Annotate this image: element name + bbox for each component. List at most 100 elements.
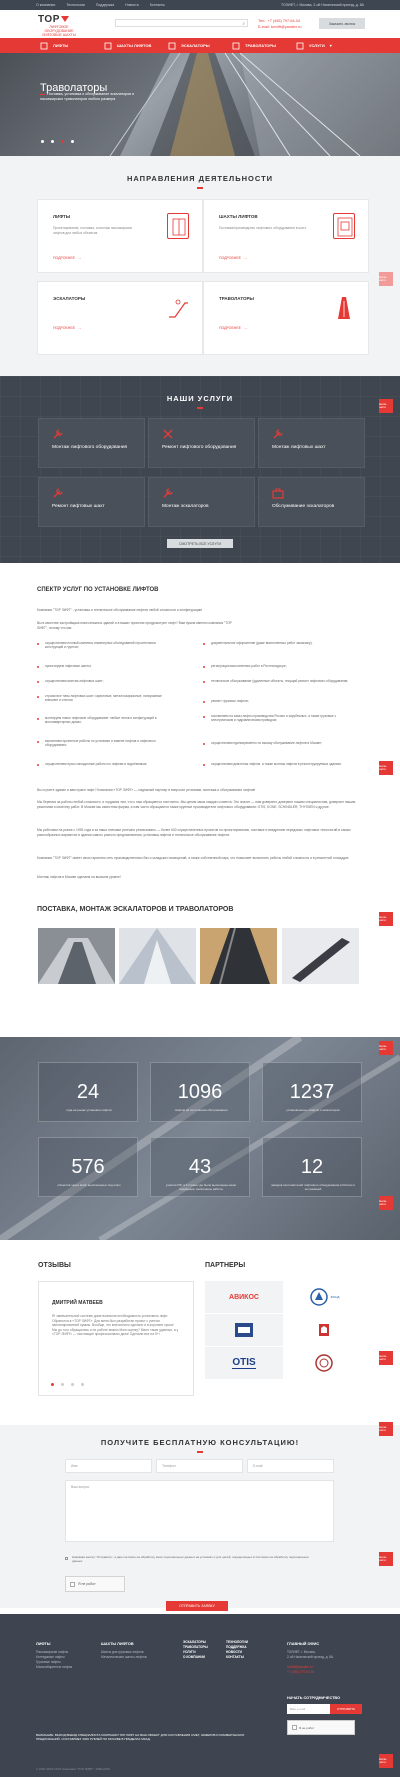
service-elevator-repair[interactable]: Ремонт лифтового оборудования xyxy=(148,418,255,468)
callback-button[interactable]: Заказать звонок xyxy=(319,18,365,29)
side-tab[interactable]: Напи- шите xyxy=(379,1196,393,1210)
side-tab[interactable]: Напи- шите xyxy=(379,1552,393,1566)
service-escalator-install[interactable]: Монтаж эскалаторов xyxy=(148,477,255,527)
nav-escalators[interactable]: ЭСКАЛАТОРЫ xyxy=(168,42,232,50)
logo[interactable]: TOP xyxy=(38,14,69,25)
partner-logo[interactable] xyxy=(285,1347,363,1379)
service-escalator-maint[interactable]: Обслуживание эскалаторов xyxy=(258,477,365,527)
captcha-widget[interactable]: Я не робот xyxy=(65,1576,125,1592)
footer-link[interactable]: О КОМПАНИИ xyxy=(183,1655,208,1660)
side-tab-label: Напи- шите xyxy=(379,1043,388,1051)
footer-link[interactable]: КОНТАКТЫ xyxy=(226,1655,248,1660)
partner-logo-otis[interactable]: OTIS xyxy=(205,1347,283,1379)
consult-title-text: ПОЛУЧИТЕ БЕСПЛАТНУЮ КОНСУЛЬТАЦИЮ! xyxy=(100,1438,300,1447)
nav-services[interactable]: УСЛУГИ ▾ xyxy=(296,42,360,50)
service-elevator-install[interactable]: Монтаж лифтового оборудования xyxy=(38,418,145,468)
card-escalators[interactable]: ЭСКАЛАТОРЫ ПОДРОБНЕЕ → xyxy=(37,281,203,355)
card-title: ЛИФТЫ xyxy=(53,214,71,219)
nav-elevators[interactable]: ЛИФТЫ xyxy=(40,42,104,50)
services-title: НАШИ УСЛУГИ xyxy=(0,394,400,409)
partner-logo[interactable] xyxy=(205,1314,283,1346)
slider-dot-active[interactable] xyxy=(61,140,64,143)
email-field[interactable]: E-mail xyxy=(247,1459,334,1473)
hero-description: Поставка, установка и обслуживание эскал… xyxy=(40,92,135,101)
side-tab[interactable]: Напи- шите xyxy=(379,1754,393,1768)
list-item: осуществляем демонтаж лифтов, а также мо… xyxy=(203,762,353,766)
side-tab-label: Напи- шите xyxy=(379,1198,388,1206)
side-tab[interactable]: Напи- шите xyxy=(379,1422,393,1436)
more-link[interactable]: ПОДРОБНЕЕ → xyxy=(219,326,247,330)
captcha-checkbox[interactable] xyxy=(70,1581,75,1587)
submit-button[interactable]: ОТПРАВИТЬ ЗАЯВКУ xyxy=(166,1601,228,1611)
footer-link[interactable]: Металлические шахты лифтов xyxy=(101,1655,147,1660)
topnav-about[interactable]: О компании xyxy=(36,3,55,7)
all-services-button[interactable]: СМОТРЕТЬ ВСЕ УСЛУГИ xyxy=(167,539,233,548)
service-shaft-repair[interactable]: Ремонт лифтовых шахт xyxy=(38,477,145,527)
phone-field[interactable]: Телефон xyxy=(156,1459,243,1473)
message-field[interactable]: Ваш вопрос xyxy=(65,1480,334,1542)
name-field[interactable]: Имя xyxy=(65,1459,152,1473)
elevator-icon xyxy=(167,213,189,239)
partner-name: OTIS xyxy=(232,1357,256,1369)
captcha-checkbox[interactable] xyxy=(292,1725,297,1730)
list-item: выполняем проектные работы по установке … xyxy=(37,739,167,748)
partner-logo-fond[interactable]: ФОНД xyxy=(285,1281,363,1313)
more-link[interactable]: ПОДРОБНЕЕ → xyxy=(53,256,81,260)
service-shaft-install[interactable]: Монтаж лифтовых шахт xyxy=(258,418,365,468)
captcha-widget[interactable]: Я не робот xyxy=(287,1720,355,1735)
nav-travolators[interactable]: ТРАВОЛАТОРЫ xyxy=(232,42,296,50)
side-tab[interactable]: Напи- шите xyxy=(379,399,393,413)
topnav-tech[interactable]: Технологии xyxy=(66,3,85,7)
slider-dot[interactable] xyxy=(81,1383,84,1386)
reviews-title: ОТЗЫВЫ xyxy=(38,1262,71,1269)
side-tab[interactable]: Напи- шите xyxy=(379,1041,393,1055)
footer-heading[interactable]: ЛИФТЫ xyxy=(36,1642,51,1646)
side-tab[interactable]: Напи- шите xyxy=(379,912,393,926)
side-tab[interactable]: Напи- шите xyxy=(379,272,393,286)
stat-number: 1096 xyxy=(177,1081,223,1103)
spectrum-paragraph: Компания "ТОР ЛИФТ" имеет свою гарантию … xyxy=(37,856,350,860)
reviewer-name: ДМИТРИЙ МАТВЕЕВ xyxy=(52,1300,103,1306)
more-link[interactable]: ПОДРОБНЕЕ → xyxy=(53,326,81,330)
side-tab[interactable]: Напи- шите xyxy=(379,1351,393,1365)
logo-triangle-icon xyxy=(60,16,69,23)
footer-link[interactable]: Малогабаритные лифты xyxy=(36,1665,72,1670)
subscribe-email-input[interactable]: Ваш e-mail xyxy=(287,1704,330,1714)
directions-title: НАПРАВЛЕНИЯ ДЕЯТЕЛЬНОСТИ xyxy=(0,174,400,189)
search-icon[interactable]: ⌕ xyxy=(242,21,245,27)
card-elevators[interactable]: ЛИФТЫ Проектирование, поставка, и монтаж… xyxy=(37,199,203,273)
topnav-contacts[interactable]: Контакты xyxy=(150,3,165,7)
services-icon xyxy=(296,42,304,49)
more-link[interactable]: ПОДРОБНЕЕ → xyxy=(219,256,247,260)
topnav-news[interactable]: Новости xyxy=(125,3,139,7)
nav-label: УСЛУГИ xyxy=(309,43,325,48)
card-travolators[interactable]: ТРАВОЛАТОРЫ ПОДРОБНЕЕ → xyxy=(203,281,369,355)
slider-dot[interactable] xyxy=(51,140,54,143)
slider-dot[interactable] xyxy=(61,1383,64,1386)
gallery-photo[interactable] xyxy=(38,928,115,984)
agree-checkbox[interactable] xyxy=(65,1557,68,1560)
slider-dot[interactable] xyxy=(71,1383,74,1386)
partner-logo[interactable] xyxy=(285,1314,363,1346)
slider-dot[interactable] xyxy=(41,140,44,143)
side-tab-label: Напи- шите xyxy=(379,401,388,409)
nav-shafts[interactable]: ШАХТЫ ЛИФТОВ xyxy=(104,42,168,50)
office-phone[interactable]: +7 (495) 797-64-04 xyxy=(287,1670,333,1675)
card-shafts[interactable]: ШАХТЫ ЛИФТОВ Поставка/производство лифто… xyxy=(203,199,369,273)
shaft-icon xyxy=(333,213,355,239)
side-tab[interactable]: Напи- шите xyxy=(379,761,393,775)
slider-dot[interactable] xyxy=(71,140,74,143)
gallery-photo[interactable] xyxy=(282,928,359,984)
supply-title: ПОСТАВКА, МОНТАЖ ЭСКАЛАТОРОВ И ТРАВОЛАТО… xyxy=(37,906,234,913)
gallery-photo[interactable] xyxy=(119,928,196,984)
email-address[interactable]: E-mail: torvlift@yandex.ru xyxy=(258,24,302,30)
slider-dot-active[interactable] xyxy=(51,1383,54,1386)
subscribe-button[interactable]: ОТПРАВИТЬ xyxy=(330,1704,362,1714)
accent-bar xyxy=(40,93,45,95)
gallery-photo[interactable] xyxy=(200,927,277,985)
topnav-support[interactable]: Поддержка xyxy=(96,3,114,7)
partner-logo-avikos[interactable]: АВИКОС xyxy=(205,1281,283,1313)
search-input[interactable]: ⌕ xyxy=(115,19,248,27)
footer-heading[interactable]: ШАХТЫ ЛИФТОВ xyxy=(101,1642,134,1646)
review-card: ДМИТРИЙ МАТВЕЕВ Я! замечательной системе… xyxy=(38,1281,194,1396)
